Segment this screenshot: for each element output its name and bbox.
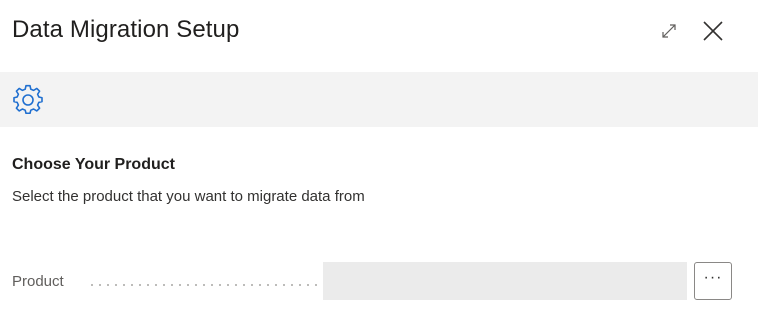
section-heading: Choose Your Product [12,156,175,173]
close-icon-graphic [703,21,723,41]
gear-icon[interactable] [12,84,44,116]
product-lookup-button[interactable]: ··· [694,262,732,300]
product-section: Choose Your Product Select the product t… [12,155,752,207]
dialog-title-bar: Data Migration Setup [0,0,768,72]
title-actions [654,16,728,46]
gear-icon-graphic [13,84,43,115]
product-field-label: Product [12,273,64,290]
product-field-row: Product ··· [12,262,742,300]
dialog-title: Data Migration Setup [12,16,240,43]
product-input[interactable] [323,262,687,300]
expand-icon-graphic [662,24,676,38]
close-icon[interactable] [698,16,728,46]
section-description: Select the product that you want to migr… [12,188,365,205]
action-bar [0,72,758,127]
field-leader-dots [88,284,320,286]
data-migration-dialog: Data Migration Setup Choose Your Product… [0,0,768,321]
expand-icon[interactable] [654,16,684,46]
